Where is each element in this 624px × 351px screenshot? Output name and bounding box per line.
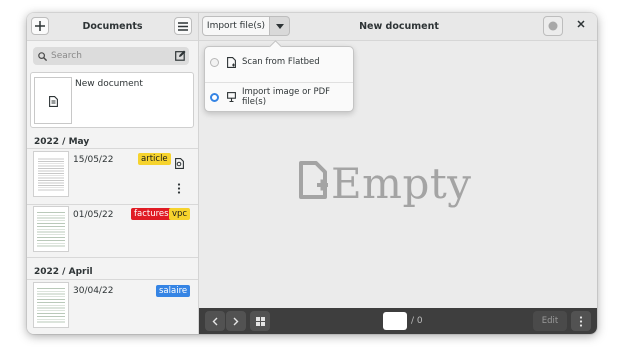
list-item[interactable]: 30/04/22 salaire bbox=[27, 280, 198, 334]
chevron-down-icon bbox=[275, 23, 284, 29]
option-import-file[interactable]: Import image or PDF file(s) bbox=[205, 82, 353, 112]
group-header-may: 2022 / May bbox=[34, 137, 90, 147]
sidebar-title: Documents bbox=[82, 21, 143, 32]
search-icon bbox=[38, 51, 47, 61]
import-image-icon bbox=[227, 92, 236, 102]
scan-status-button[interactable] bbox=[543, 16, 563, 36]
main-header: Import file(s) New document bbox=[199, 13, 597, 41]
new-document-card[interactable]: New document bbox=[30, 72, 194, 128]
tag-label: salaire bbox=[156, 285, 191, 297]
import-files-button[interactable]: Import file(s) bbox=[202, 16, 270, 36]
edit-button[interactable]: Edit bbox=[533, 311, 567, 331]
grid-icon bbox=[255, 316, 265, 326]
list-item[interactable]: 01/05/22 factures vpc bbox=[27, 204, 198, 256]
tag-label: factures bbox=[131, 208, 172, 220]
main-menu-button[interactable] bbox=[174, 17, 192, 35]
radio-button[interactable] bbox=[210, 57, 219, 67]
page-number-input[interactable] bbox=[383, 312, 407, 330]
scanner-document-icon bbox=[227, 56, 236, 68]
search-input[interactable] bbox=[51, 51, 161, 61]
import-menu-toggle[interactable] bbox=[270, 16, 290, 36]
new-document-icon bbox=[299, 161, 328, 199]
bottom-toolbar: / 0 Edit bbox=[199, 308, 597, 334]
search-field[interactable] bbox=[33, 47, 189, 65]
option-scan-flatbed[interactable]: Scan from Flatbed bbox=[205, 47, 353, 77]
chevron-left-icon bbox=[212, 317, 218, 325]
group-header-april: 2022 / April bbox=[34, 267, 93, 277]
document-thumbnail bbox=[33, 206, 69, 252]
grid-view-button[interactable] bbox=[250, 311, 270, 331]
option-label: Scan from Flatbed bbox=[242, 57, 320, 67]
page-menu-button[interactable] bbox=[571, 311, 591, 331]
page-title: New document bbox=[359, 21, 439, 32]
document-date: 15/05/22 bbox=[73, 155, 114, 165]
sidebar-header: Documents bbox=[27, 13, 198, 41]
tag-label: article bbox=[138, 153, 171, 165]
list-item[interactable]: 15/05/22 article bbox=[27, 149, 198, 203]
document-thumbnail bbox=[33, 151, 69, 197]
page-total: / 0 bbox=[411, 316, 423, 326]
document-date: 30/04/22 bbox=[73, 286, 114, 296]
document-date: 01/05/22 bbox=[73, 210, 114, 220]
import-popover: Scan from Flatbed Import image or PDF fi… bbox=[204, 46, 354, 112]
more-options-icon bbox=[579, 315, 583, 327]
sidebar: Documents New document 2022 / May 15/05/… bbox=[27, 13, 199, 334]
option-label: Import image or PDF file(s) bbox=[242, 87, 331, 107]
new-document-label: New document bbox=[75, 79, 143, 89]
document-properties-icon[interactable] bbox=[175, 158, 184, 169]
close-icon bbox=[577, 20, 585, 28]
previous-page-button[interactable] bbox=[205, 311, 225, 331]
radio-button-selected[interactable] bbox=[210, 92, 219, 102]
more-options-icon[interactable] bbox=[177, 183, 181, 194]
close-button[interactable] bbox=[577, 20, 585, 31]
app-window: Documents New document 2022 / May 15/05/… bbox=[27, 13, 597, 334]
chevron-right-icon bbox=[233, 317, 239, 325]
select-mode-icon[interactable] bbox=[175, 50, 186, 61]
hamburger-icon bbox=[178, 21, 188, 31]
next-page-button[interactable] bbox=[226, 311, 246, 331]
divider bbox=[27, 257, 198, 258]
circle-icon bbox=[548, 21, 558, 31]
document-thumbnail bbox=[33, 282, 69, 328]
tag-label: vpc bbox=[169, 208, 191, 220]
empty-state-text: Empty bbox=[331, 159, 472, 208]
document-icon bbox=[49, 96, 58, 107]
new-document-thumbnail bbox=[34, 77, 72, 124]
